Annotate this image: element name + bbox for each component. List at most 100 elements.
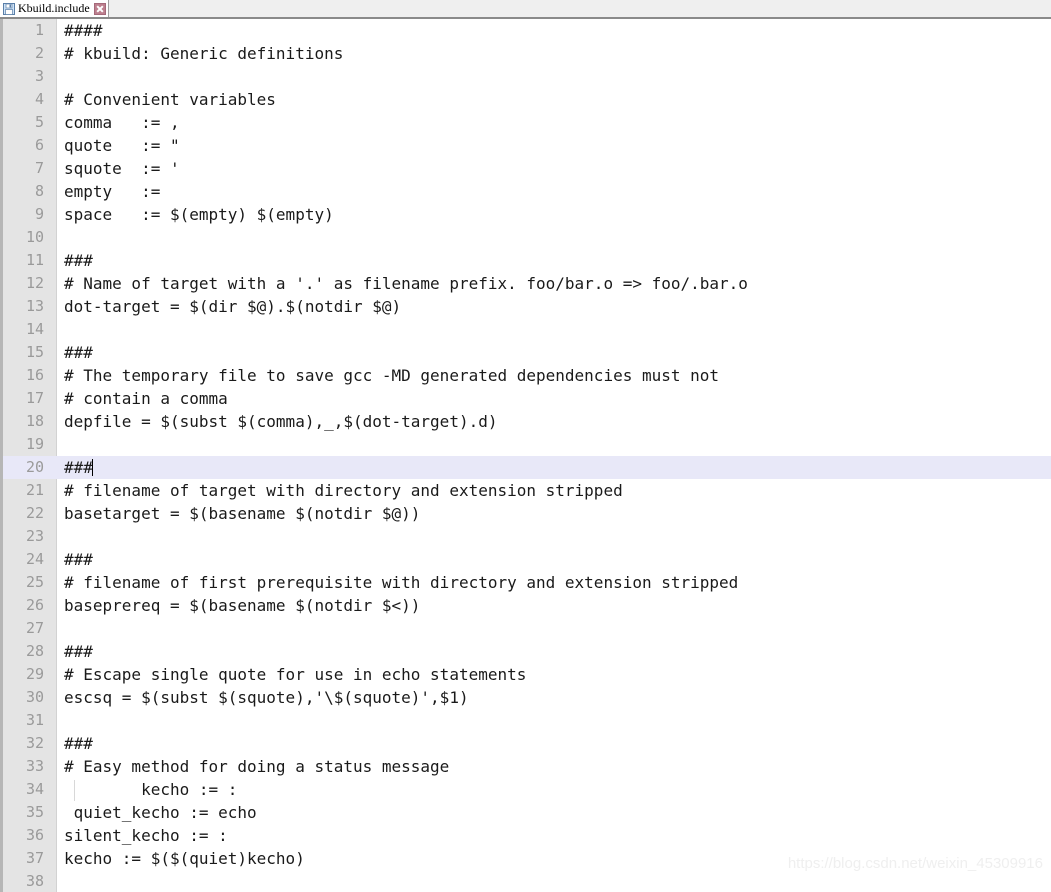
- code-editor[interactable]: 1 #### 2 # kbuild: Generic definitions 3 4 # C…: [0, 19, 1051, 892]
- code-text: dot-target = $(dir $@).$(notdir $@): [64, 297, 402, 316]
- code-line[interactable]: 19: [0, 433, 1051, 456]
- line-number: 29: [25, 665, 44, 683]
- code-text: # contain a comma: [64, 389, 228, 408]
- code-text: # kbuild: Generic definitions: [64, 44, 344, 63]
- line-number: 3: [34, 67, 44, 85]
- code-line[interactable]: 36 silent_kecho := :: [0, 824, 1051, 847]
- code-text: squote := ': [64, 159, 180, 178]
- code-line[interactable]: 22 basetarget = $(basename $(notdir $@)): [0, 502, 1051, 525]
- line-number: 8: [34, 182, 44, 200]
- code-line[interactable]: 5 comma := ,: [0, 111, 1051, 134]
- code-line[interactable]: 1 ####: [0, 19, 1051, 42]
- code-line[interactable]: 27: [0, 617, 1051, 640]
- line-number: 23: [25, 527, 44, 545]
- line-number: 27: [25, 619, 44, 637]
- line-number: 36: [25, 826, 44, 844]
- line-number: 15: [25, 343, 44, 361]
- line-number: 7: [34, 159, 44, 177]
- code-text: empty :=: [64, 182, 161, 201]
- code-text: # Name of target with a '.' as filename …: [64, 274, 748, 293]
- code-text: baseprereq = $(basename $(notdir $<)): [64, 596, 421, 615]
- code-text: escsq = $(subst $(squote),'\$(squote)',$…: [64, 688, 469, 707]
- line-number: 24: [25, 550, 44, 568]
- line-number: 21: [25, 481, 44, 499]
- line-number: 28: [25, 642, 44, 660]
- tab-title: Kbuild.include: [18, 1, 90, 15]
- editor-tab-kbuild-include[interactable]: Kbuild.include: [0, 0, 109, 17]
- code-line[interactable]: 30 escsq = $(subst $(squote),'\$(squote)'…: [0, 686, 1051, 709]
- code-line[interactable]: 23: [0, 525, 1051, 548]
- code-line[interactable]: 35 quiet_kecho := echo: [0, 801, 1051, 824]
- code-text: comma := ,: [64, 113, 180, 132]
- line-number: 37: [25, 849, 44, 867]
- code-text: ###: [64, 343, 93, 362]
- line-number: 33: [25, 757, 44, 775]
- line-number: 34: [25, 780, 44, 798]
- code-line[interactable]: 13 dot-target = $(dir $@).$(notdir $@): [0, 295, 1051, 318]
- code-line[interactable]: 16 # The temporary file to save gcc -MD g…: [0, 364, 1051, 387]
- line-number: 38: [25, 872, 44, 890]
- code-line[interactable]: 8 empty :=: [0, 180, 1051, 203]
- code-line[interactable]: 10: [0, 226, 1051, 249]
- code-line[interactable]: 4 # Convenient variables: [0, 88, 1051, 111]
- code-line[interactable]: 3: [0, 65, 1051, 88]
- code-text: basetarget = $(basename $(notdir $@)): [64, 504, 421, 523]
- line-number: 16: [25, 366, 44, 384]
- line-number: 19: [25, 435, 44, 453]
- code-line[interactable]: 14: [0, 318, 1051, 341]
- code-text: quiet_kecho := echo: [64, 803, 257, 822]
- code-text: # The temporary file to save gcc -MD gen…: [64, 366, 720, 385]
- code-lines: 1 #### 2 # kbuild: Generic definitions 3 4 # C…: [0, 19, 1051, 892]
- code-text: silent_kecho := :: [64, 826, 228, 845]
- line-number: 17: [25, 389, 44, 407]
- line-number: 13: [25, 297, 44, 315]
- code-line[interactable]: 33 # Easy method for doing a status messa…: [0, 755, 1051, 778]
- line-number: 9: [34, 205, 44, 223]
- code-text: # Easy method for doing a status message: [64, 757, 450, 776]
- code-text: space := $(empty) $(empty): [64, 205, 334, 224]
- line-number: 22: [25, 504, 44, 522]
- code-text: ###: [64, 458, 93, 477]
- code-text: kecho := $($(quiet)kecho): [64, 849, 305, 868]
- code-line[interactable]: 6 quote := ": [0, 134, 1051, 157]
- code-line[interactable]: 11 ###: [0, 249, 1051, 272]
- code-line[interactable]: 28 ###: [0, 640, 1051, 663]
- code-line[interactable]: 2 # kbuild: Generic definitions: [0, 42, 1051, 65]
- code-line[interactable]: 9 space := $(empty) $(empty): [0, 203, 1051, 226]
- code-line[interactable]: 32 ###: [0, 732, 1051, 755]
- code-line[interactable]: 25 # filename of first prerequisite with …: [0, 571, 1051, 594]
- code-text: depfile = $(subst $(comma),_,$(dot-targe…: [64, 412, 498, 431]
- line-number: 26: [25, 596, 44, 614]
- code-text: ###: [64, 251, 93, 270]
- watermark-text: https://blog.csdn.net/weixin_45309916: [787, 855, 1043, 872]
- code-text: ###: [64, 550, 93, 569]
- code-text: # filename of target with directory and …: [64, 481, 623, 500]
- code-line[interactable]: 15 ###: [0, 341, 1051, 364]
- code-line[interactable]: 26 baseprereq = $(basename $(notdir $<)): [0, 594, 1051, 617]
- code-line[interactable]: 38: [0, 870, 1051, 892]
- line-number: 1: [34, 21, 44, 39]
- code-text: kecho := :: [64, 780, 238, 799]
- code-line[interactable]: 24 ###: [0, 548, 1051, 571]
- line-number: 18: [25, 412, 44, 430]
- code-line[interactable]: 21 # filename of target with directory an…: [0, 479, 1051, 502]
- line-number: 2: [34, 44, 44, 62]
- tab-bar: Kbuild.include: [0, 0, 1051, 19]
- code-line[interactable]: 17 # contain a comma: [0, 387, 1051, 410]
- line-number: 20: [25, 458, 44, 476]
- line-number: 30: [25, 688, 44, 706]
- code-line[interactable]: 18 depfile = $(subst $(comma),_,$(dot-tar…: [0, 410, 1051, 433]
- code-line[interactable]: 12 # Name of target with a '.' as filenam…: [0, 272, 1051, 295]
- editor-left-border: [0, 19, 3, 892]
- close-icon[interactable]: [93, 2, 106, 15]
- line-number: 35: [25, 803, 44, 821]
- line-number: 5: [34, 113, 44, 131]
- code-line[interactable]: 7 squote := ': [0, 157, 1051, 180]
- code-line[interactable]: 31: [0, 709, 1051, 732]
- text-cursor: [91, 459, 93, 476]
- line-number: 25: [25, 573, 44, 591]
- code-line[interactable]: 20 ###: [0, 456, 1051, 479]
- code-line[interactable]: 34 kecho := :: [0, 778, 1051, 801]
- code-text: ###: [64, 734, 93, 753]
- code-line[interactable]: 29 # Escape single quote for use in echo …: [0, 663, 1051, 686]
